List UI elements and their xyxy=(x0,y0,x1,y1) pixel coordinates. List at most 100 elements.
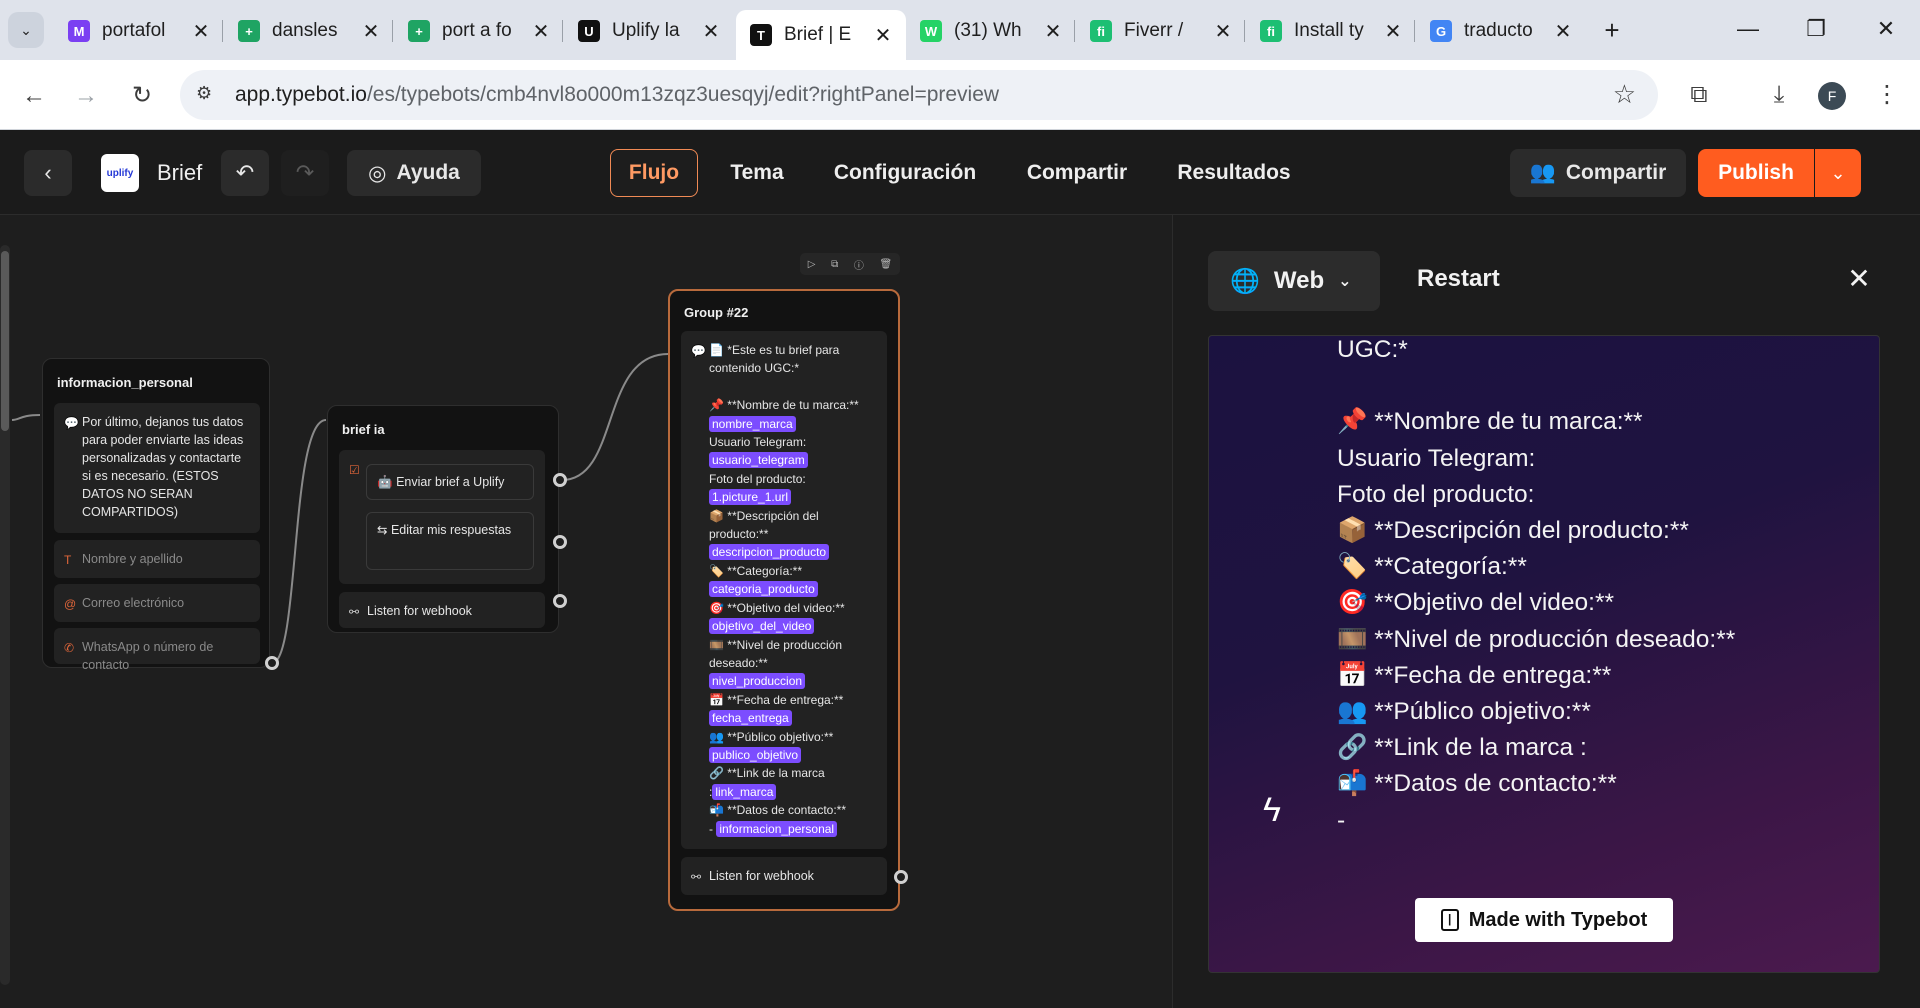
chat-preview[interactable]: UGC:* 📌 **Nombre de tu marca:** Usuario T… xyxy=(1208,335,1880,973)
output-port[interactable] xyxy=(265,656,279,670)
restore-button[interactable]: ❐ xyxy=(1796,14,1836,44)
tab-separator xyxy=(562,20,563,42)
tab-flujo[interactable]: Flujo xyxy=(610,149,698,197)
tab-compartir[interactable]: Compartir xyxy=(1014,149,1140,197)
share-button[interactable]: 👥 Compartir xyxy=(1510,149,1686,197)
variable-tag[interactable]: publico_objetivo xyxy=(709,746,802,763)
lightning-icon: ϟ xyxy=(1263,791,1281,829)
minimize-button[interactable]: — xyxy=(1728,14,1768,44)
variable-tag[interactable]: usuario_telegram xyxy=(709,452,808,469)
variable-tag[interactable]: informacion_personal xyxy=(716,820,838,837)
publish-options-button[interactable]: ⌄ xyxy=(1815,149,1861,197)
chat-line: Foto del producto: xyxy=(1337,480,1535,508)
typebot-logo-icon: | xyxy=(1440,909,1459,931)
tab-title: dansles xyxy=(272,20,338,41)
choice-1-output-port[interactable] xyxy=(553,473,567,487)
brief-text-bubble-block[interactable]: 💬 📄 *Este es tu brief para contenido UGC:… xyxy=(681,331,887,849)
redo-button[interactable]: ↷ xyxy=(281,150,329,196)
runtime-select[interactable]: 🌐 Web ⌄ xyxy=(1208,251,1380,311)
new-tab-button[interactable]: + xyxy=(1598,16,1626,44)
variable-tag[interactable]: objetivo_del_video xyxy=(709,618,815,635)
tab-tema[interactable]: Tema xyxy=(714,149,800,197)
back-icon[interactable]: ← xyxy=(16,78,52,114)
browser-tab[interactable]: Gtraducto ✕ xyxy=(1416,10,1586,52)
chat-line: UGC:* xyxy=(1337,336,1408,363)
back-button[interactable]: ‹ xyxy=(24,150,72,196)
browser-tab[interactable]: U Uplify la ✕ xyxy=(564,10,734,52)
webhook-block[interactable]: ⚯ Listen for webhook xyxy=(339,592,545,628)
tab-close-icon[interactable]: ✕ xyxy=(1552,19,1574,44)
variable-tag[interactable]: categoria_producto xyxy=(709,581,818,598)
extensions-icon[interactable]: ⧉ xyxy=(1682,78,1716,112)
tab-resultados[interactable]: Resultados xyxy=(1164,149,1304,197)
reload-icon[interactable]: ↻ xyxy=(124,78,160,114)
tab-close-icon[interactable]: ✕ xyxy=(190,19,212,44)
tab-close-icon[interactable]: ✕ xyxy=(1382,19,1404,44)
duplicate-icon[interactable]: ⧉ xyxy=(831,259,838,270)
choice-input-block[interactable]: ☑ 🤖 Enviar brief a Uplify ⇆ Editar mis r… xyxy=(339,450,545,584)
brief-line: descripcion_producto xyxy=(709,543,869,561)
bot-logo[interactable]: uplify xyxy=(101,154,139,192)
profile-avatar[interactable]: F xyxy=(1818,82,1846,110)
play-icon[interactable]: ▷ xyxy=(808,259,816,270)
phone-input-block[interactable]: ✆ WhatsApp o número de contacto xyxy=(54,628,260,672)
variable-tag[interactable]: link_marca xyxy=(712,783,777,800)
publish-button[interactable]: Publish xyxy=(1698,149,1814,197)
browser-tab[interactable]: fi Install ty ✕ xyxy=(1246,10,1416,52)
info-icon[interactable]: ⓘ xyxy=(854,257,864,272)
group-toolbar: ▷ ⧉ ⓘ 🗑 xyxy=(800,253,900,275)
bot-name[interactable]: Brief xyxy=(157,160,202,186)
webhook-output-port[interactable] xyxy=(894,870,908,884)
group-brief-ia[interactable]: brief ia ☑ 🤖 Enviar brief a Uplify ⇆ Edi… xyxy=(327,405,559,633)
choice-enviar-brief[interactable]: 🤖 Enviar brief a Uplify xyxy=(366,464,534,500)
choice-2-output-port[interactable] xyxy=(553,535,567,549)
tab-close-icon[interactable]: ✕ xyxy=(700,19,722,44)
address-bar[interactable]: ⚙ app.typebot.io/es/typebots/cmb4nvl8o00… xyxy=(180,70,1658,120)
webhook-icon: ⚯ xyxy=(349,605,360,619)
browser-tab[interactable]: + dansles ✕ xyxy=(224,10,394,52)
tab-close-icon[interactable]: ✕ xyxy=(530,19,552,44)
undo-button[interactable]: ↶ xyxy=(221,150,269,196)
group-informacion-personal[interactable]: informacion_personal 💬 Por último, dejan… xyxy=(42,358,270,672)
restart-button[interactable]: Restart xyxy=(1417,265,1500,293)
tab-favicon-icon: fi xyxy=(1260,20,1282,42)
variable-tag[interactable]: 1.picture_1.url xyxy=(709,489,792,506)
tab-search-button[interactable]: ⌄ xyxy=(8,12,44,48)
browser-menu-icon[interactable]: ⋮ xyxy=(1870,78,1904,112)
tab-close-icon[interactable]: ✕ xyxy=(1042,19,1064,44)
close-icon[interactable]: ✕ xyxy=(1843,263,1875,295)
variable-tag[interactable]: fecha_entrega xyxy=(709,710,792,727)
bookmark-star-icon[interactable]: ☆ xyxy=(1613,79,1636,110)
trash-icon[interactable]: 🗑 xyxy=(879,259,892,270)
download-icon[interactable]: ⤓ xyxy=(1762,78,1796,112)
variable-tag[interactable]: descripcion_producto xyxy=(709,544,830,561)
group-22[interactable]: Group #22 💬 📄 *Este es tu brief para cont… xyxy=(668,289,900,911)
close-window-button[interactable]: ✕ xyxy=(1866,14,1906,44)
variable-tag[interactable]: nombre_marca xyxy=(709,415,796,432)
name-input-block[interactable]: T Nombre y apellido xyxy=(54,540,260,578)
tab-close-icon[interactable]: ✕ xyxy=(872,23,894,48)
site-info-icon[interactable]: ⚙ xyxy=(196,83,220,107)
browser-tab[interactable]: + port a fo ✕ xyxy=(394,10,564,52)
browser-tab[interactable]: T Brief | E ✕ xyxy=(736,10,906,60)
browser-tab[interactable]: Mportafol ✕ xyxy=(54,10,224,52)
text-bubble-block[interactable]: 💬 Por último, dejanos tus datos para pod… xyxy=(54,403,260,533)
webhook-output-port[interactable] xyxy=(553,594,567,608)
chat-line: 🏷️ **Categoría:** xyxy=(1337,553,1527,581)
browser-tab[interactable]: fi Fiverr / ✕ xyxy=(1076,10,1246,52)
tab-configuracion[interactable]: Configuración xyxy=(820,149,990,197)
browser-tab[interactable]: W (31) Wh ✕ xyxy=(906,10,1076,52)
help-button[interactable]: ◎ Ayuda xyxy=(347,150,481,196)
flow-canvas[interactable]: informacion_personal 💬 Por último, dejan… xyxy=(0,215,1172,1008)
tab-close-icon[interactable]: ✕ xyxy=(360,19,382,44)
choice-editar-respuestas[interactable]: ⇆ Editar mis respuestas xyxy=(366,512,534,570)
group-title: brief ia xyxy=(342,422,385,437)
variable-tag[interactable]: nivel_produccion xyxy=(709,673,806,690)
tab-close-icon[interactable]: ✕ xyxy=(1212,19,1234,44)
forward-icon[interactable]: → xyxy=(68,78,104,114)
chevron-down-icon: ⌄ xyxy=(1830,162,1846,183)
email-input-block[interactable]: @ Correo electrónico xyxy=(54,584,260,622)
made-with-typebot-badge[interactable]: | Made with Typebot xyxy=(1415,898,1673,942)
url-text[interactable]: app.typebot.io/es/typebots/cmb4nvl8o000m… xyxy=(235,83,999,107)
webhook-block[interactable]: ⚯ Listen for webhook xyxy=(681,857,887,895)
